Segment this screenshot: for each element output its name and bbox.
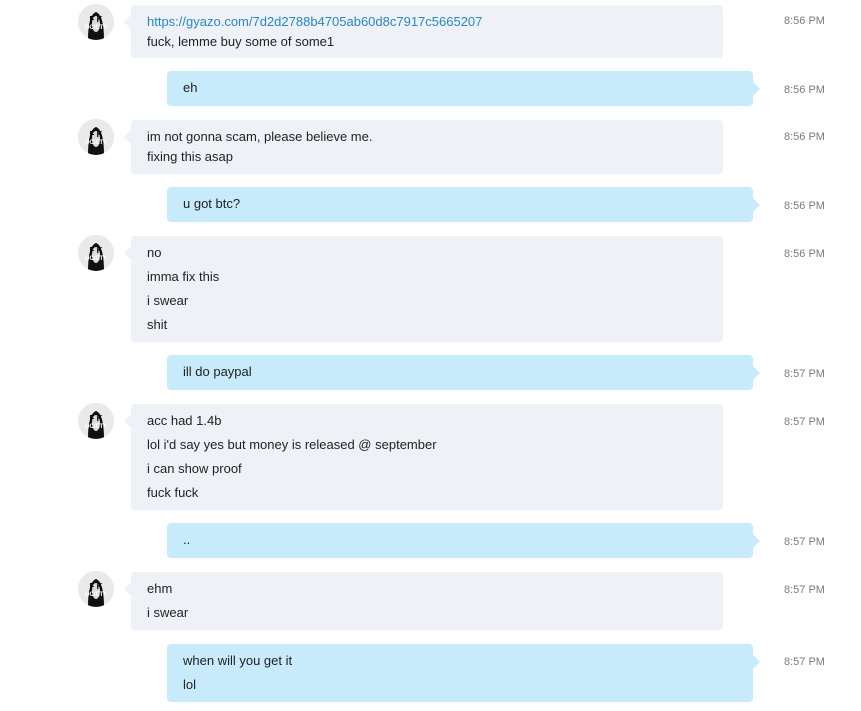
incoming-message: acc had 1.4b lol i'd say yes but money i… [124, 404, 723, 510]
message-text: im not gonna scam, please believe me. [147, 129, 373, 144]
message-text: u got btc? [183, 196, 241, 211]
message-text: fixing this asap [147, 149, 233, 164]
message-text: no [147, 245, 162, 260]
message-text: i can show proof [147, 461, 242, 476]
contact-avatar[interactable]: F K OCIETY [78, 403, 114, 439]
contact-avatar[interactable]: F K OCIETY [78, 571, 114, 607]
message-text: lol [183, 677, 197, 692]
svg-text:F K: F K [90, 15, 103, 24]
outgoing-message: when will you get it lol [167, 644, 760, 702]
chat-conversation: F K OCIETY https://gyazo.com/7d2d2788b47… [0, 0, 861, 711]
message-text: i swear [147, 605, 189, 620]
outgoing-message: .. [167, 523, 760, 558]
contact-avatar[interactable]: F K OCIETY [78, 119, 114, 155]
contact-avatar[interactable]: F K OCIETY [78, 4, 114, 40]
message-text: .. [183, 532, 191, 547]
message-timestamp: 8:57 PM [784, 584, 825, 596]
message-text: acc had 1.4b [147, 413, 222, 428]
message-text: fuck fuck [147, 485, 199, 500]
fsociety-mask-icon: F K OCIETY [78, 403, 114, 439]
fsociety-mask-icon: F K OCIETY [78, 235, 114, 271]
fsociety-mask-icon: F K OCIETY [78, 4, 114, 40]
message-text: imma fix this [147, 269, 220, 284]
svg-text:F K: F K [90, 246, 103, 255]
message-text: i swear [147, 293, 189, 308]
svg-text:F K: F K [90, 414, 103, 423]
fsociety-mask-icon: F K OCIETY [78, 571, 114, 607]
message-text: shit [147, 317, 168, 332]
message-text: ill do paypal [183, 364, 252, 379]
message-timestamp: 8:56 PM [784, 200, 825, 212]
message-timestamp: 8:56 PM [784, 15, 825, 27]
svg-text:OCIETY: OCIETY [85, 140, 107, 146]
message-text: when will you get it [183, 653, 293, 668]
contact-avatar[interactable]: F K OCIETY [78, 235, 114, 271]
svg-text:OCIETY: OCIETY [85, 256, 107, 262]
svg-text:F K: F K [90, 582, 103, 591]
message-timestamp: 8:57 PM [784, 656, 825, 668]
outgoing-message: u got btc? [167, 187, 760, 222]
message-text: eh [183, 80, 198, 95]
incoming-message: im not gonna scam, please believe me. fi… [124, 120, 723, 174]
message-text: ehm [147, 581, 173, 596]
message-text: lol i'd say yes but money is released @ … [147, 437, 437, 452]
fsociety-mask-icon: F K OCIETY [78, 119, 114, 155]
message-timestamp: 8:56 PM [784, 84, 825, 96]
message-timestamp: 8:57 PM [784, 416, 825, 428]
message-timestamp: 8:57 PM [784, 368, 825, 380]
svg-text:OCIETY: OCIETY [85, 25, 107, 31]
message-timestamp: 8:56 PM [784, 131, 825, 143]
message-text: fuck, lemme buy some of some1 [147, 34, 335, 49]
svg-text:F K: F K [90, 130, 103, 139]
outgoing-message: eh [167, 71, 760, 106]
outgoing-message: ill do paypal [167, 355, 760, 390]
svg-text:OCIETY: OCIETY [85, 592, 107, 598]
svg-text:OCIETY: OCIETY [85, 424, 107, 430]
incoming-message: ehm i swear [124, 572, 723, 630]
incoming-message: https://gyazo.com/7d2d2788b4705ab60d8c79… [124, 5, 723, 58]
message-link[interactable]: https://gyazo.com/7d2d2788b4705ab60d8c79… [147, 12, 707, 32]
incoming-message: no imma fix this i swear shit [124, 236, 723, 342]
message-timestamp: 8:57 PM [784, 536, 825, 548]
message-timestamp: 8:56 PM [784, 248, 825, 260]
